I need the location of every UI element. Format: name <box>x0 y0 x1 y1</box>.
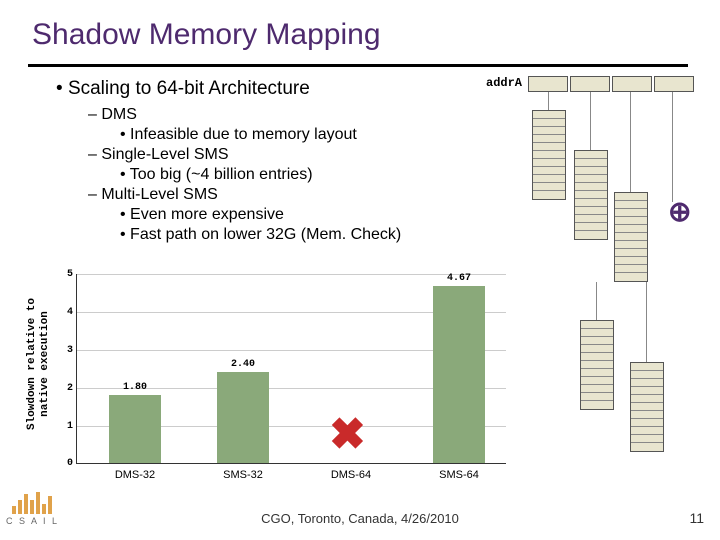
bullet-l2: DMS <box>88 106 576 124</box>
chart-ylabel: Slowdown relative to native execution <box>26 264 66 464</box>
bar-category: DMS-64 <box>306 469 396 481</box>
connector <box>672 92 673 202</box>
page-table <box>580 320 614 410</box>
bar-category: SMS-64 <box>414 469 504 481</box>
ytick: 0 <box>61 458 73 469</box>
bullet-l2: Multi-Level SMS <box>88 186 576 204</box>
bullet-l3: Infeasible due to memory layout <box>120 126 576 144</box>
ytick: 1 <box>61 421 73 432</box>
slide-title: Shadow Memory Mapping <box>32 18 381 52</box>
page-table <box>614 192 648 282</box>
bar-category: DMS-32 <box>90 469 180 481</box>
bullet-l3: Fast path on lower 32G (Mem. Check) <box>120 226 576 244</box>
bullet-l1: Scaling to 64-bit Architecture <box>56 78 576 100</box>
bar-value: 1.80 <box>100 382 170 393</box>
bar-sms32 <box>217 372 269 463</box>
csail-logo: C S A I L <box>6 490 62 534</box>
ytick: 4 <box>61 307 73 318</box>
combine-icon: ⊕ <box>668 195 691 228</box>
bar-value: 4.67 <box>424 273 494 284</box>
page-table <box>574 150 608 240</box>
infeasible-mark-icon: ✖ <box>329 413 366 457</box>
bullet-l3: Too big (~4 billion entries) <box>120 166 576 184</box>
ytick: 3 <box>61 345 73 356</box>
bullet-l3: Even more expensive <box>120 206 576 224</box>
logo-text: C S A I L <box>6 516 62 526</box>
bar-sms64 <box>433 286 485 463</box>
connector <box>630 92 631 192</box>
bullet-list: Scaling to 64-bit Architecture DMS Infea… <box>56 76 576 246</box>
footer: CGO, Toronto, Canada, 4/26/2010 <box>0 511 720 526</box>
ytick: 5 <box>61 269 73 280</box>
title-rule <box>28 64 688 67</box>
connector <box>596 282 597 320</box>
ytick: 2 <box>61 383 73 394</box>
connector <box>590 92 591 150</box>
bar-dms32 <box>109 395 161 463</box>
slowdown-chart: Slowdown relative to native execution 5 … <box>70 274 530 494</box>
page-table <box>630 362 664 452</box>
bar-category: SMS-32 <box>198 469 288 481</box>
connector <box>646 282 647 362</box>
page-number: 11 <box>689 510 704 526</box>
chart-plot: 5 4 3 2 1 0 1.80 DMS-32 2.40 SMS-32 ✖ DM… <box>76 274 506 464</box>
bar-value: 2.40 <box>208 359 278 370</box>
bullet-l2: Single-Level SMS <box>88 146 576 164</box>
